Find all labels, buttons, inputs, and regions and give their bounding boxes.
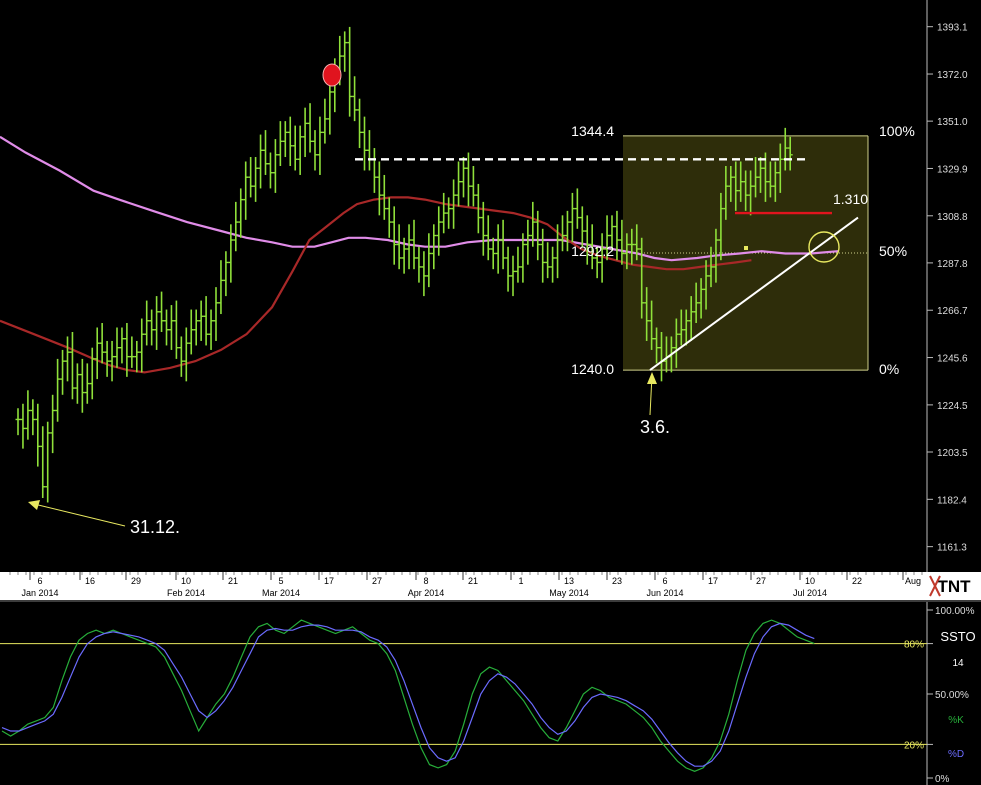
price-y-axis: 1393.1 1372.0 1351.0 1329.9 1308.8 1287.8 1266… (927, 23, 968, 554)
time-tick-label: 1 (518, 576, 523, 586)
time-tick-month-label: Jan 2014 (21, 588, 58, 598)
time-tick-month-label: Jun 2014 (646, 588, 683, 598)
time-tick-label: 5 (278, 576, 283, 586)
time-tick-label: 21 (468, 576, 478, 586)
stochastic-y-tick-label: 80% (904, 640, 924, 651)
stochastic-y-tick-label: 20% (904, 740, 924, 751)
time-tick-label: 17 (708, 576, 718, 586)
time-tick-label: 23 (612, 576, 622, 586)
time-tick-label: 10 (181, 576, 191, 586)
fib-high-label: 1344.4 (571, 123, 614, 139)
legend-k: %K (948, 715, 964, 726)
stochastic-panel: 100.00% 80% 50.00% 20% 0% SSTO 14 %K %D (0, 600, 981, 785)
price-y-tick-label: 1287.8 (937, 259, 968, 270)
price-y-tick-label: 1245.6 (937, 354, 968, 365)
tnt-logo: TNT (927, 572, 981, 600)
price-y-tick-label: 1182.4 (937, 495, 967, 506)
stochastic-y-tick-label: 0% (935, 774, 950, 785)
time-tick-month-label: Mar 2014 (262, 588, 300, 598)
time-tick-label: 21 (228, 576, 238, 586)
price-y-tick-label: 1329.9 (937, 164, 968, 175)
time-tick-label: 13 (564, 576, 574, 586)
peak-marker (322, 63, 342, 87)
price-y-tick-label: 1308.8 (937, 212, 968, 223)
fib-pct-low-label: 0% (879, 361, 899, 377)
time-tick-month-label: Apr 2014 (408, 588, 445, 598)
price-y-tick-label: 1351.0 (937, 117, 968, 128)
time-tick-label: Aug (905, 576, 921, 586)
tnt-logo-text: TNT (937, 577, 971, 596)
price-y-tick-label: 1266.7 (937, 306, 968, 317)
time-tick-label: 27 (372, 576, 382, 586)
price-y-tick-label: 1224.5 (937, 401, 968, 412)
time-tick-label: 29 (131, 576, 141, 586)
price-y-tick-label: 1161.3 (937, 543, 967, 554)
stochastic-param: 14 (952, 658, 964, 669)
time-tick-month-label: Jul 2014 (793, 588, 827, 598)
fib-pct-high-label: 100% (879, 123, 915, 139)
price-y-tick-label: 1393.1 (937, 23, 968, 34)
price-y-tick-label: 1203.5 (937, 448, 968, 459)
time-tick-label: 22 (852, 576, 862, 586)
fib-mid-label: 1292.2 (571, 243, 614, 259)
fib-pct-mid-label: 50% (879, 243, 907, 259)
time-tick-label: 17 (324, 576, 334, 586)
price-panel: 1344.4 1292.2 1240.0 100% 50% 0% 1.310 3… (0, 0, 968, 572)
legend-d: %D (948, 749, 964, 760)
annotation-start-label: 31.12. (130, 517, 180, 537)
time-tick-label: 10 (805, 576, 815, 586)
chart-canvas: 1344.4 1292.2 1240.0 100% 50% 0% 1.310 3… (0, 0, 981, 785)
resistance-label: 1.310 (833, 191, 868, 207)
time-tick-month-label: Feb 2014 (167, 588, 205, 598)
time-tick-label: 27 (756, 576, 766, 586)
price-y-tick-label: 1372.0 (937, 70, 968, 81)
time-axis: 6Jan 201416 29 10Feb 201421 5Mar 201417 27 8A… (0, 572, 981, 600)
stochastic-y-tick-label: 50.00% (935, 690, 969, 701)
time-tick-label: 6 (662, 576, 667, 586)
time-tick-month-label: May 2014 (549, 588, 589, 598)
stochastic-y-tick-label: 100.00% (935, 606, 975, 617)
fib-low-label: 1240.0 (571, 361, 614, 377)
mid-marker (744, 246, 748, 250)
stochastic-title: SSTO (940, 629, 975, 644)
annotation-low-label: 3.6. (640, 417, 670, 437)
time-tick-label: 8 (423, 576, 428, 586)
time-tick-label: 6 (37, 576, 42, 586)
time-tick-label: 16 (85, 576, 95, 586)
